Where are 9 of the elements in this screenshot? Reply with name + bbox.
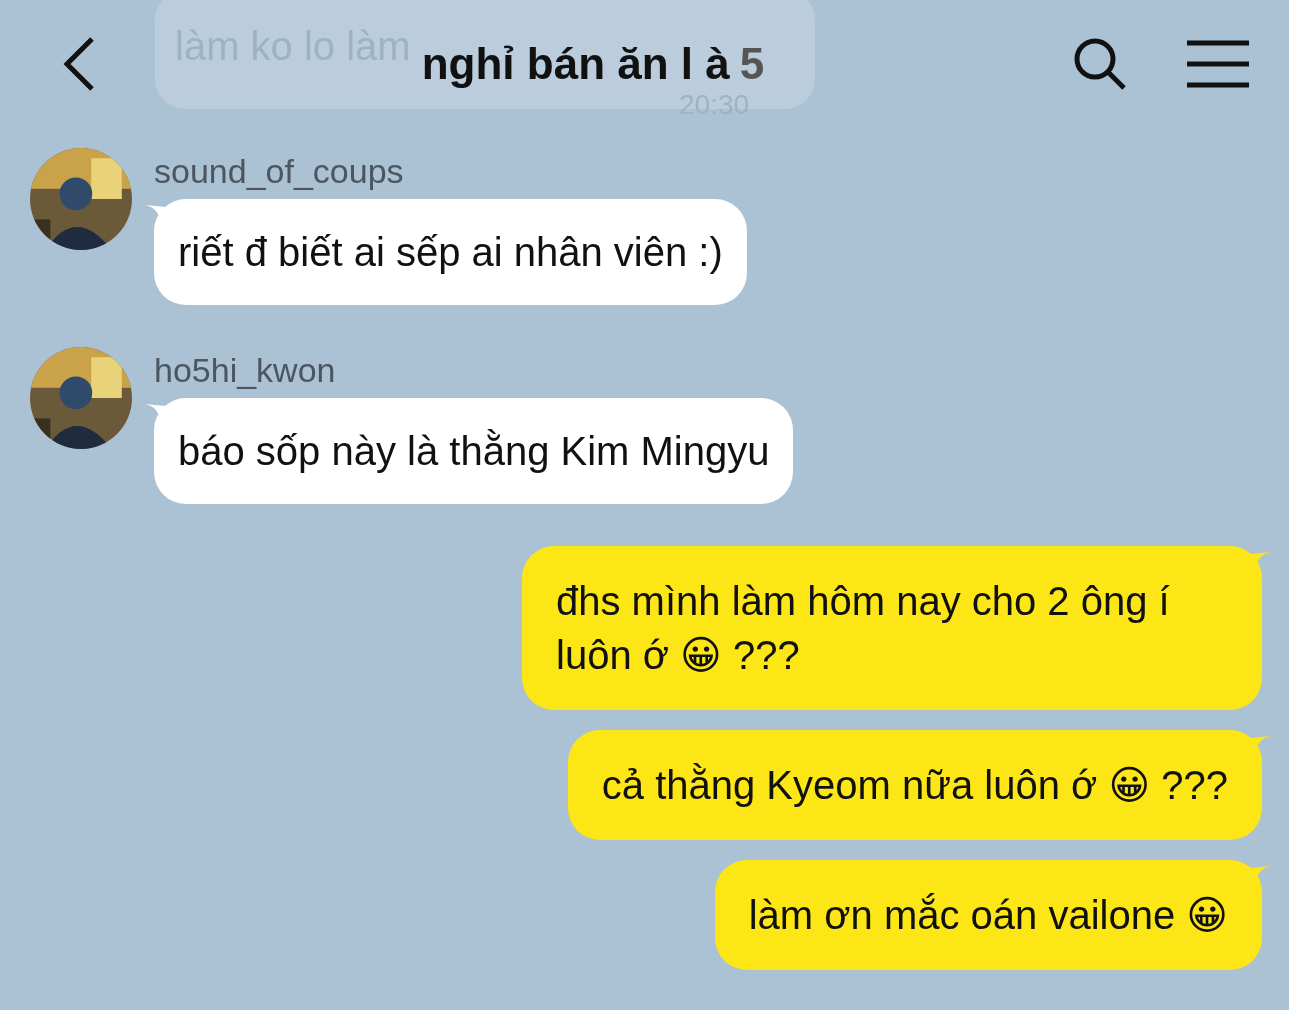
sender-name: ho5hi_kwon [154, 351, 336, 390]
menu-button[interactable] [1187, 40, 1249, 88]
member-count: 5 [739, 39, 765, 88]
search-button[interactable] [1073, 37, 1127, 91]
chat-title: nghỉ bán ăn l à [421, 39, 730, 88]
back-icon [62, 36, 96, 92]
search-icon [1073, 37, 1127, 91]
sender-name: sound_of_coups [154, 152, 404, 191]
menu-icon [1187, 40, 1249, 88]
